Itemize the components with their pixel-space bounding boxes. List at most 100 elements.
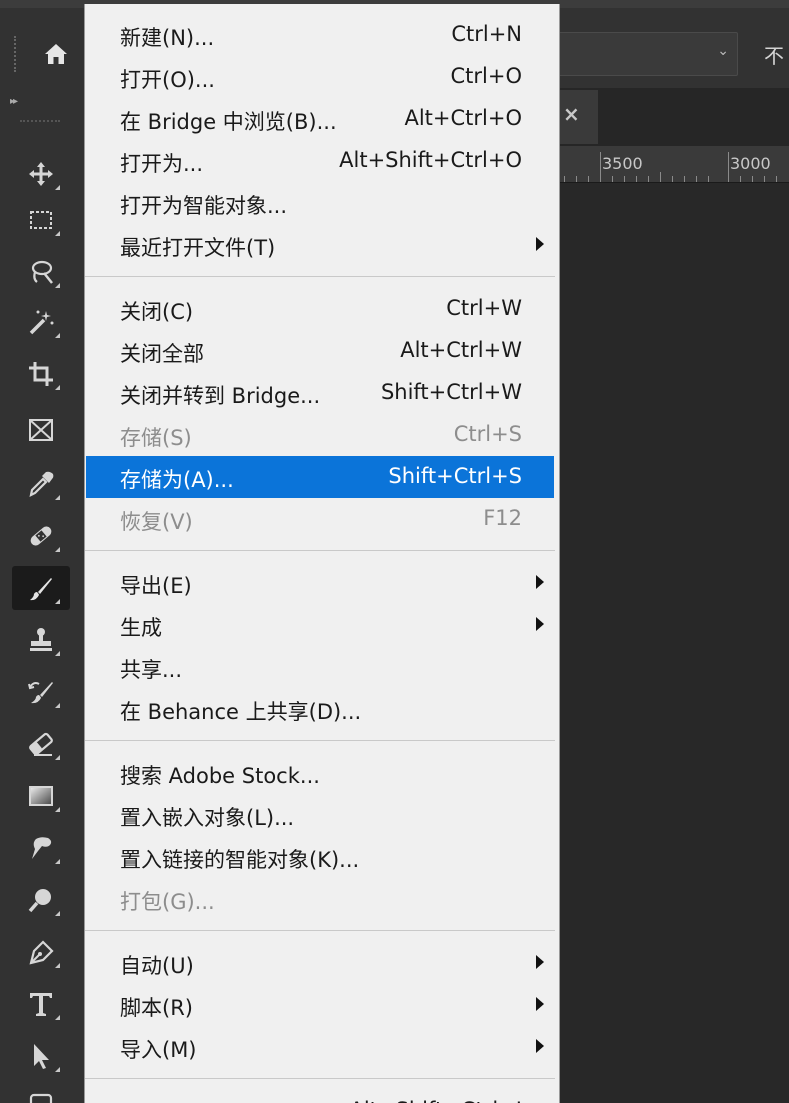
menu-item[interactable]: 在 Behance 上共享(D)... <box>86 688 554 730</box>
arrow-select-icon <box>34 1044 49 1069</box>
move-icon <box>29 162 53 186</box>
file-menu: 新建(N)... Ctrl+N 打开(O)... Ctrl+O 在 Bridge 中浏览… <box>84 4 560 1103</box>
brush-tool[interactable] <box>12 566 70 610</box>
type-tool[interactable] <box>12 982 70 1026</box>
submenu-arrow-icon <box>536 997 544 1011</box>
menu-item[interactable]: 置入嵌入对象(L)... <box>86 794 554 836</box>
menu-item[interactable]: 关闭(C) Ctrl+W <box>86 288 554 330</box>
menu-item[interactable]: 存储为(A)... Shift+Ctrl+S <box>86 456 554 498</box>
menu-item-shortcut: Ctrl+S <box>453 422 522 446</box>
lasso-tool[interactable] <box>12 250 70 294</box>
menu-item[interactable]: 关闭全部 Alt+Ctrl+W <box>86 330 554 372</box>
menu-item: 打包(G)... <box>86 878 554 920</box>
tools-panel-grip[interactable] <box>20 120 60 126</box>
menu-item-shortcut: F12 <box>483 506 522 530</box>
photoshop-window: ⌄ 不 × 3500 3000 ▸▸ 新建(N)... Ctrl+N 打开(O)… <box>0 0 789 1103</box>
menu-separator <box>85 276 555 277</box>
menu-item[interactable]: 自动(U) <box>86 942 554 984</box>
menu-item-label: 文件简介(F)... <box>120 1098 253 1103</box>
menu-item[interactable]: 导入(M) <box>86 1026 554 1068</box>
options-select[interactable]: ⌄ <box>556 32 738 76</box>
menu-item[interactable]: 生成 <box>86 604 554 646</box>
gradient-tool[interactable] <box>12 774 70 818</box>
move-tool[interactable] <box>12 152 70 196</box>
menu-item-shortcut: Alt+Ctrl+W <box>400 338 522 362</box>
home-icon <box>45 44 67 64</box>
menu-item[interactable]: 共享... <box>86 646 554 688</box>
menu-item[interactable]: 打开为... Alt+Shift+Ctrl+O <box>86 140 554 182</box>
menu-item-label: 自动(U) <box>120 954 194 978</box>
menu-item[interactable]: 置入链接的智能对象(K)... <box>86 836 554 878</box>
menu-item: 存储(S) Ctrl+S <box>86 414 554 456</box>
marquee-tool[interactable] <box>12 198 70 242</box>
menu-item[interactable]: 新建(N)... Ctrl+N <box>86 14 554 56</box>
menu-item-label: 脚本(R) <box>120 996 193 1020</box>
menu-item-shortcut: Alt+Ctrl+O <box>404 106 522 130</box>
shape-tool[interactable] <box>12 1082 70 1103</box>
menu-item-label: 恢复(V) <box>120 510 193 534</box>
crop-icon <box>29 362 53 386</box>
menu-item[interactable]: 导出(E) <box>86 562 554 604</box>
menu-item-label: 关闭全部 <box>120 342 204 366</box>
magic-wand-icon <box>29 310 54 335</box>
pen-tool[interactable] <box>12 930 70 974</box>
bandage-icon <box>30 526 52 546</box>
pen-icon <box>29 940 54 965</box>
menu-item[interactable]: 搜索 Adobe Stock... <box>86 752 554 794</box>
smudge-tool[interactable] <box>12 826 70 870</box>
ruler-label: 3000 <box>730 154 771 173</box>
menu-item-shortcut: Shift+Ctrl+S <box>388 464 522 488</box>
menu-item-label: 共享... <box>120 658 183 682</box>
menu-item[interactable]: 脚本(R) <box>86 984 554 1026</box>
chevron-down-icon: ⌄ <box>717 43 729 59</box>
menu-item: 恢复(V) F12 <box>86 498 554 540</box>
menu-item-label: 在 Behance 上共享(D)... <box>120 700 362 724</box>
submenu-arrow-icon <box>536 955 544 969</box>
menu-item-label: 置入嵌入对象(L)... <box>120 806 295 830</box>
healing-brush-tool[interactable] <box>12 514 70 558</box>
menu-item-label: 生成 <box>120 616 162 640</box>
options-bar-grip[interactable] <box>14 36 20 72</box>
menu-item-label: 置入链接的智能对象(K)... <box>120 848 360 872</box>
menu-item-shortcut: Alt+Shift+Ctrl+O <box>339 148 522 172</box>
history-brush-icon <box>28 682 53 704</box>
menu-item[interactable]: 打开为智能对象... <box>86 182 554 224</box>
menu-separator <box>85 930 555 931</box>
eyedropper-tool[interactable] <box>12 462 70 506</box>
menu-item-label: 关闭并转到 Bridge... <box>120 384 321 408</box>
frame-tool[interactable] <box>12 408 70 452</box>
menu-item[interactable]: 在 Bridge 中浏览(B)... Alt+Ctrl+O <box>86 98 554 140</box>
lasso-icon <box>31 260 53 284</box>
path-selection-tool[interactable] <box>12 1034 70 1078</box>
menu-item-shortcut: Ctrl+O <box>450 64 523 88</box>
rect-marquee-icon <box>30 211 52 229</box>
menu-item[interactable]: 打开(O)... Ctrl+O <box>86 56 554 98</box>
menu-item-label: 存储(S) <box>120 426 192 450</box>
menu-item-label: 打开(O)... <box>120 68 215 92</box>
eraser-icon <box>29 732 53 756</box>
menu-item-shortcut: Ctrl+N <box>451 22 522 46</box>
collapse-panel-icon[interactable]: ▸▸ <box>10 96 18 107</box>
submenu-arrow-icon <box>536 575 544 589</box>
menu-item[interactable]: 关闭并转到 Bridge... Shift+Ctrl+W <box>86 372 554 414</box>
home-button[interactable] <box>30 30 82 78</box>
close-icon[interactable]: × <box>563 102 580 126</box>
menu-item[interactable]: 文件简介(F)... Alt+Shift+Ctrl+I <box>86 1090 554 1103</box>
menu-item[interactable]: 最近打开文件(T) <box>86 224 554 266</box>
magic-wand-tool[interactable] <box>12 300 70 344</box>
options-bar-label: 不 <box>764 44 784 68</box>
document-canvas[interactable] <box>556 183 789 1103</box>
crop-tool[interactable] <box>12 352 70 396</box>
menu-item-label: 关闭(C) <box>120 300 194 324</box>
menu-item-label: 存储为(A)... <box>120 468 234 492</box>
menu-separator <box>85 1078 555 1079</box>
submenu-arrow-icon <box>536 1039 544 1053</box>
clone-stamp-tool[interactable] <box>12 618 70 662</box>
menu-item-shortcut: Shift+Ctrl+W <box>380 380 522 404</box>
dodge-tool[interactable] <box>12 878 70 922</box>
menu-item-shortcut: Alt+Shift+Ctrl+I <box>349 1098 522 1103</box>
horizontal-ruler: 3500 3000 <box>556 146 789 183</box>
history-brush-tool[interactable] <box>12 670 70 714</box>
rect-shape-icon <box>29 1093 53 1103</box>
eraser-tool[interactable] <box>12 722 70 766</box>
